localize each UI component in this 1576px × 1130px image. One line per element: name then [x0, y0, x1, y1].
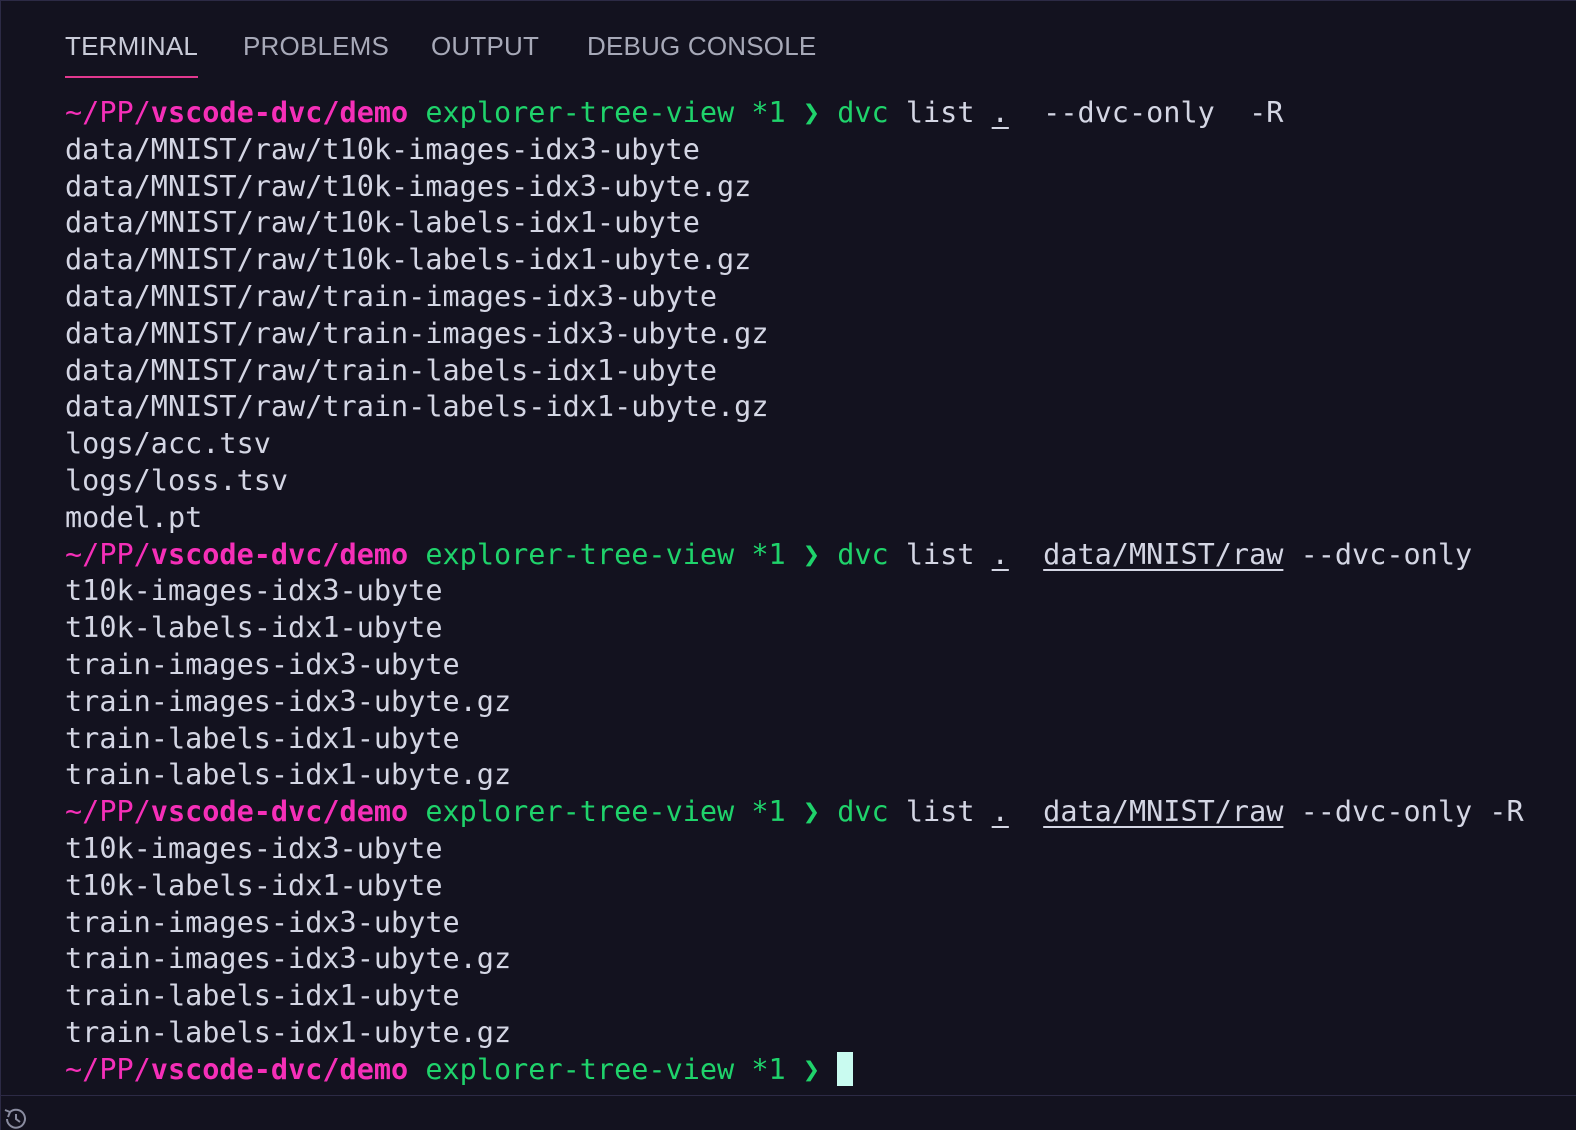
- output-line: data/MNIST/raw/train-images-idx3-ubyte.g…: [65, 316, 769, 350]
- output-line: train-labels-idx1-ubyte.gz: [65, 1015, 512, 1049]
- command-path-arg: data/MNIST/raw: [1043, 795, 1284, 829]
- output-line: t10k-images-idx3-ubyte: [65, 574, 443, 608]
- output-line: train-images-idx3-ubyte.gz: [65, 684, 512, 718]
- output-line: logs/acc.tsv: [65, 427, 271, 461]
- command-flags: --dvc-only -R: [1043, 96, 1284, 129]
- tab-output[interactable]: OUTPUT: [431, 31, 539, 76]
- command-repo-arg: .: [991, 537, 1009, 571]
- output-line: train-images-idx3-ubyte.gz: [65, 942, 512, 976]
- command-name: dvc: [837, 795, 889, 829]
- terminal-cursor: [837, 1051, 854, 1086]
- command-repo-arg: .: [991, 96, 1009, 129]
- output-line: train-images-idx3-ubyte: [65, 905, 460, 939]
- output-line: data/MNIST/raw/train-images-idx3-ubyte: [65, 279, 718, 313]
- output-line: data/MNIST/raw/train-labels-idx1-ubyte: [65, 353, 718, 387]
- terminal-output[interactable]: ~/PP/vscode-dvc/demo explorer-tree-view …: [65, 95, 1524, 1089]
- output-line: t10k-images-idx3-ubyte: [65, 831, 443, 865]
- panel-tab-bar: TERMINAL PROBLEMS OUTPUT DEBUG CONSOLE: [1, 1, 1576, 81]
- command-subcommand: list: [905, 795, 975, 829]
- tab-terminal[interactable]: TERMINAL: [65, 31, 199, 78]
- history-icon[interactable]: [1, 1104, 31, 1130]
- prompt-arrow: ❯: [802, 795, 821, 829]
- prompt-dir: vscode-dvc/demo: [150, 537, 409, 571]
- prompt-arrow: ❯: [802, 537, 821, 571]
- command-flags: --dvc-only -R: [1300, 795, 1524, 829]
- prompt-line: ~/PP/vscode-dvc/demo explorer-tree-view …: [65, 1051, 1524, 1089]
- prompt-dir: vscode-dvc/demo: [150, 1052, 409, 1086]
- output-line: logs/loss.tsv: [65, 463, 289, 497]
- output-line: model.pt: [65, 500, 203, 534]
- output-line: data/MNIST/raw/t10k-images-idx3-ubyte: [65, 132, 700, 166]
- prompt-path: ~/PP/: [65, 795, 151, 829]
- command-name: dvc: [837, 96, 889, 129]
- panel-divider: [1, 1095, 1576, 1096]
- prompt-branch: explorer-tree-view *1: [425, 1052, 786, 1086]
- output-line: data/MNIST/raw/t10k-images-idx3-ubyte.gz: [65, 169, 752, 203]
- prompt-line: ~/PP/vscode-dvc/demo explorer-tree-view …: [65, 537, 1524, 574]
- output-line: data/MNIST/raw/train-labels-idx1-ubyte.g…: [65, 390, 769, 424]
- command-path-arg: data/MNIST/raw: [1043, 537, 1284, 571]
- prompt-line: ~/PP/vscode-dvc/demo explorer-tree-view …: [65, 794, 1524, 831]
- prompt-path: ~/PP/: [65, 1052, 151, 1086]
- prompt-line: ~/PP/vscode-dvc/demo explorer-tree-view …: [65, 95, 1524, 132]
- output-line: data/MNIST/raw/t10k-labels-idx1-ubyte: [65, 206, 700, 240]
- output-line: train-labels-idx1-ubyte.gz: [65, 758, 512, 792]
- output-line: t10k-labels-idx1-ubyte: [65, 868, 443, 902]
- command-flags: --dvc-only: [1300, 537, 1473, 571]
- prompt-dir: vscode-dvc/demo: [150, 96, 409, 129]
- prompt-dir: vscode-dvc/demo: [150, 795, 409, 829]
- tab-problems[interactable]: PROBLEMS: [243, 31, 389, 76]
- tab-debug-console[interactable]: DEBUG CONSOLE: [587, 31, 816, 76]
- output-line: train-images-idx3-ubyte: [65, 647, 460, 681]
- output-line: train-labels-idx1-ubyte: [65, 721, 460, 755]
- output-line: train-labels-idx1-ubyte: [65, 979, 460, 1013]
- terminal-panel: TERMINAL PROBLEMS OUTPUT DEBUG CONSOLE ~…: [0, 0, 1576, 1130]
- prompt-branch: explorer-tree-view *1: [425, 537, 786, 571]
- command-repo-arg: .: [991, 795, 1009, 829]
- prompt-branch: explorer-tree-view *1: [425, 96, 786, 129]
- command-name: dvc: [837, 537, 889, 571]
- command-subcommand: list: [905, 96, 975, 129]
- prompt-branch: explorer-tree-view *1: [425, 795, 786, 829]
- prompt-path: ~/PP/: [65, 537, 151, 571]
- prompt-arrow: ❯: [802, 1052, 821, 1086]
- command-subcommand: list: [905, 537, 975, 571]
- output-line: t10k-labels-idx1-ubyte: [65, 611, 443, 645]
- prompt-arrow: ❯: [802, 96, 821, 129]
- output-line: data/MNIST/raw/t10k-labels-idx1-ubyte.gz: [65, 243, 752, 277]
- prompt-path: ~/PP/: [65, 96, 151, 129]
